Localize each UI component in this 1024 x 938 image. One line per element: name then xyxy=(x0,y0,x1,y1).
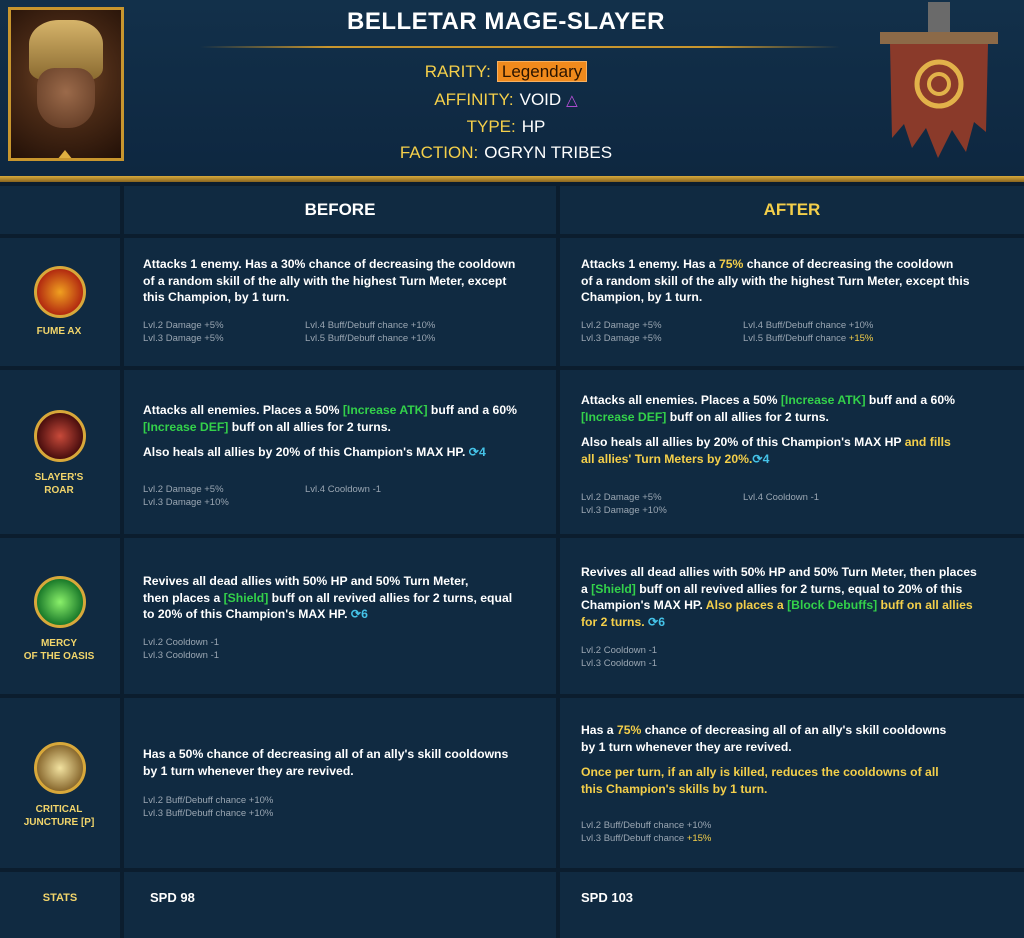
rarity-row: RARITY: Legendary xyxy=(300,61,712,82)
after-header: AFTER xyxy=(560,186,1024,234)
skill-row-label: SLAYER'S ROAR xyxy=(0,370,120,534)
skill-row-label: CRITICAL JUNCTURE [P] xyxy=(0,698,120,868)
after-skill-3: Revives all dead allies with 50% HP and … xyxy=(560,538,1024,694)
after-stats: SPD 103 xyxy=(560,872,1024,938)
skill-modifiers: Lvl.2 Buff/Debuff chance +10% Lvl.3 Buff… xyxy=(143,795,274,819)
critical-juncture-icon xyxy=(34,742,86,794)
skill-comparison-table: BEFORE AFTER FUME AX Attacks 1 enemy. Ha… xyxy=(0,182,1024,938)
fume-ax-icon xyxy=(34,266,86,318)
before-header: BEFORE xyxy=(124,186,556,234)
skill-row-label: FUME AX xyxy=(0,238,120,366)
slayers-roar-icon xyxy=(34,410,86,462)
title-divider xyxy=(200,46,840,48)
skill-row-label: MERCY OF THE OASIS xyxy=(0,538,120,694)
before-skill-2: Attacks all enemies. Places a 50% [Incre… xyxy=(124,370,556,534)
skill-name: CRITICAL xyxy=(35,804,83,815)
corner-cell xyxy=(0,186,120,234)
before-skill-4: Has a 50% chance of decreasing all of an… xyxy=(124,698,556,868)
cooldown-icon: ⟳ xyxy=(465,445,479,459)
skill-name: FUME AX xyxy=(36,326,82,337)
after-skill-4: Has a 75% chance of decreasing all of an… xyxy=(560,698,1024,868)
before-skill-1: Attacks 1 enemy. Has a 30% chance of dec… xyxy=(124,238,556,366)
skill-modifiers: Lvl.2 Damage +5% Lvl.3 Damage +5% Lvl.4 … xyxy=(581,320,874,344)
type-row: TYPE: HP xyxy=(466,117,546,136)
skill-name: SLAYER'S xyxy=(34,472,84,483)
skill-name: MERCY xyxy=(40,638,78,649)
before-stats: SPD 98 xyxy=(124,872,556,938)
skill-modifiers: Lvl.2 Buff/Debuff chance +10% Lvl.3 Buff… xyxy=(581,820,712,844)
champion-header: BELLETAR MAGE-SLAYER RARITY: Legendary AF… xyxy=(0,0,1024,176)
void-affinity-icon: △ xyxy=(566,92,578,109)
before-speed: SPD 98 xyxy=(150,890,195,905)
cooldown-icon: ⟳ xyxy=(347,607,362,621)
champion-title: BELLETAR MAGE-SLAYER xyxy=(346,8,665,35)
skill-modifiers: Lvl.2 Damage +5% Lvl.3 Damage +10% Lvl.4… xyxy=(581,492,820,516)
skill-modifiers: Lvl.2 Cooldown -1 Lvl.3 Cooldown -1 xyxy=(143,637,220,661)
after-speed: SPD 103 xyxy=(581,890,634,905)
stats-label-cell: STATS xyxy=(0,872,120,938)
faction-banner-icon xyxy=(880,2,998,158)
champion-portrait xyxy=(8,7,124,161)
stats-label: STATS xyxy=(42,892,78,904)
rarity-badge: Legendary xyxy=(496,61,588,82)
cooldown-icon: ⟳ xyxy=(644,614,659,629)
before-skill-3: Revives all dead allies with 50% HP and … xyxy=(124,538,556,694)
mercy-of-the-oasis-icon xyxy=(34,576,86,628)
cooldown-icon: ⟳ xyxy=(752,451,763,466)
faction-row: FACTION: OGRYN TRIBES xyxy=(399,143,613,162)
skill-modifiers: Lvl.2 Damage +5% Lvl.3 Damage +5% Lvl.4 … xyxy=(143,320,436,344)
affinity-row: AFFINITY: VOID △ xyxy=(434,90,578,109)
after-skill-1: Attacks 1 enemy. Has a 75% chance of dec… xyxy=(560,238,1024,366)
after-skill-2: Attacks all enemies. Places a 50% [Incre… xyxy=(560,370,1024,534)
skill-modifiers: Lvl.2 Cooldown -1 Lvl.3 Cooldown -1 xyxy=(581,645,658,669)
skill-modifiers: Lvl.2 Damage +5% Lvl.3 Damage +10% Lvl.4… xyxy=(143,484,382,508)
